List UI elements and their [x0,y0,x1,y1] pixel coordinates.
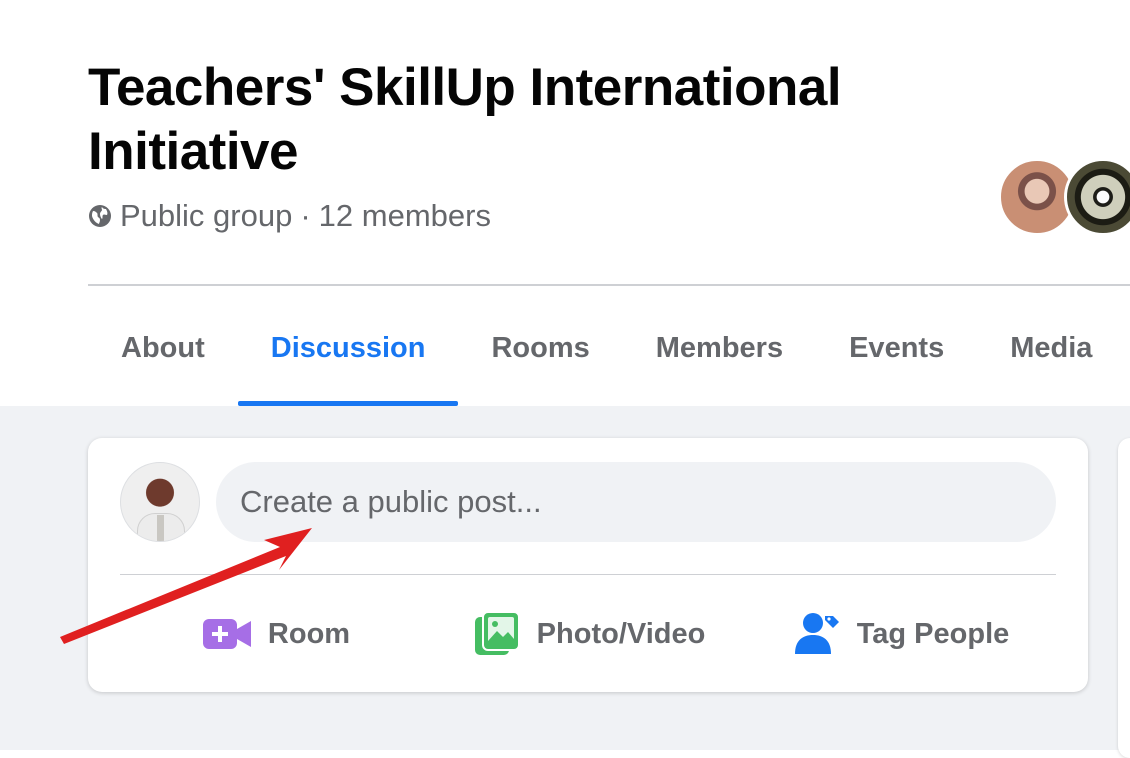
member-count[interactable]: 12 members [319,198,491,234]
composer-divider [120,574,1056,575]
member-avatar[interactable] [1064,158,1130,236]
photo-video-label: Photo/Video [536,617,706,650]
tab-rooms[interactable]: Rooms [458,300,622,396]
discussion-feed: Room Photo/Video [0,406,1130,758]
tag-people-label: Tag People [856,617,1010,650]
room-label: Room [267,617,351,650]
member-avatars[interactable] [998,158,1130,236]
group-tabs: About Discussion Rooms Members Events Me… [88,300,1125,406]
meta-separator: · [300,198,311,233]
tab-events[interactable]: Events [816,300,977,396]
side-panel-card [1118,438,1130,758]
composer-actions: Room Photo/Video Tag People [120,598,1056,670]
photo-video-button[interactable]: Photo/Video [432,598,744,670]
post-composer: Room Photo/Video [88,438,1088,692]
globe-icon [89,205,111,227]
tab-media[interactable]: Media [977,300,1125,396]
video-plus-icon [202,608,254,660]
room-button[interactable]: Room [120,598,432,670]
group-meta: Public group · 12 members [88,196,491,236]
tab-about[interactable]: About [88,300,238,396]
group-header: Teachers' SkillUp International Initiati… [0,0,1130,406]
create-post-input[interactable] [216,462,1056,542]
user-avatar[interactable] [120,462,200,542]
group-title[interactable]: Teachers' SkillUp International Initiati… [88,56,948,184]
tag-people-icon [791,608,843,660]
tab-members[interactable]: Members [623,300,816,396]
privacy-label[interactable]: Public group [120,198,292,234]
header-divider [88,284,1130,286]
tag-people-button[interactable]: Tag People [744,598,1056,670]
tab-discussion[interactable]: Discussion [237,300,459,406]
photo-icon [471,608,523,660]
